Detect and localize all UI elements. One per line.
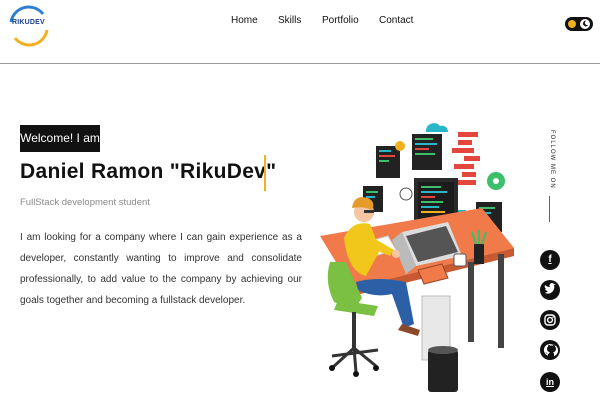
- linkedin-icon: in: [546, 377, 554, 387]
- moon-icon: [583, 20, 589, 27]
- twitter-icon: [544, 283, 556, 294]
- nav-contact[interactable]: Contact: [379, 15, 413, 26]
- site-header: RIKUDEV Home Skills Portfolio Contact: [0, 0, 600, 64]
- hero-name: Daniel Ramon "RikuDev": [20, 160, 277, 183]
- facebook-icon: f: [548, 254, 552, 265]
- welcome-badge: Welcome! I am: [20, 125, 100, 152]
- linkedin-link[interactable]: in: [540, 372, 560, 392]
- github-icon: [543, 343, 559, 357]
- developer-illustration: [320, 123, 514, 392]
- hero-intro: I am looking for a company where I can g…: [20, 232, 302, 306]
- follow-divider: [549, 196, 550, 222]
- follow-label: FOLLOW ME ON: [545, 130, 555, 190]
- theme-toggle[interactable]: [565, 17, 593, 31]
- twitter-link[interactable]: [540, 280, 560, 300]
- facebook-link[interactable]: f: [540, 250, 560, 270]
- instagram-link[interactable]: [540, 310, 560, 330]
- main-nav: Home Skills Portfolio Contact: [0, 15, 600, 29]
- sun-icon: [568, 20, 576, 28]
- nav-home[interactable]: Home: [231, 15, 258, 26]
- hero-subtitle: FullStack development student: [20, 197, 150, 208]
- instagram-icon: [544, 314, 556, 326]
- nav-skills[interactable]: Skills: [278, 15, 301, 26]
- accent-divider: [264, 155, 266, 191]
- follow-text: FOLLOW ME ON: [549, 130, 555, 189]
- github-link[interactable]: [540, 340, 560, 360]
- nav-portfolio[interactable]: Portfolio: [322, 15, 359, 26]
